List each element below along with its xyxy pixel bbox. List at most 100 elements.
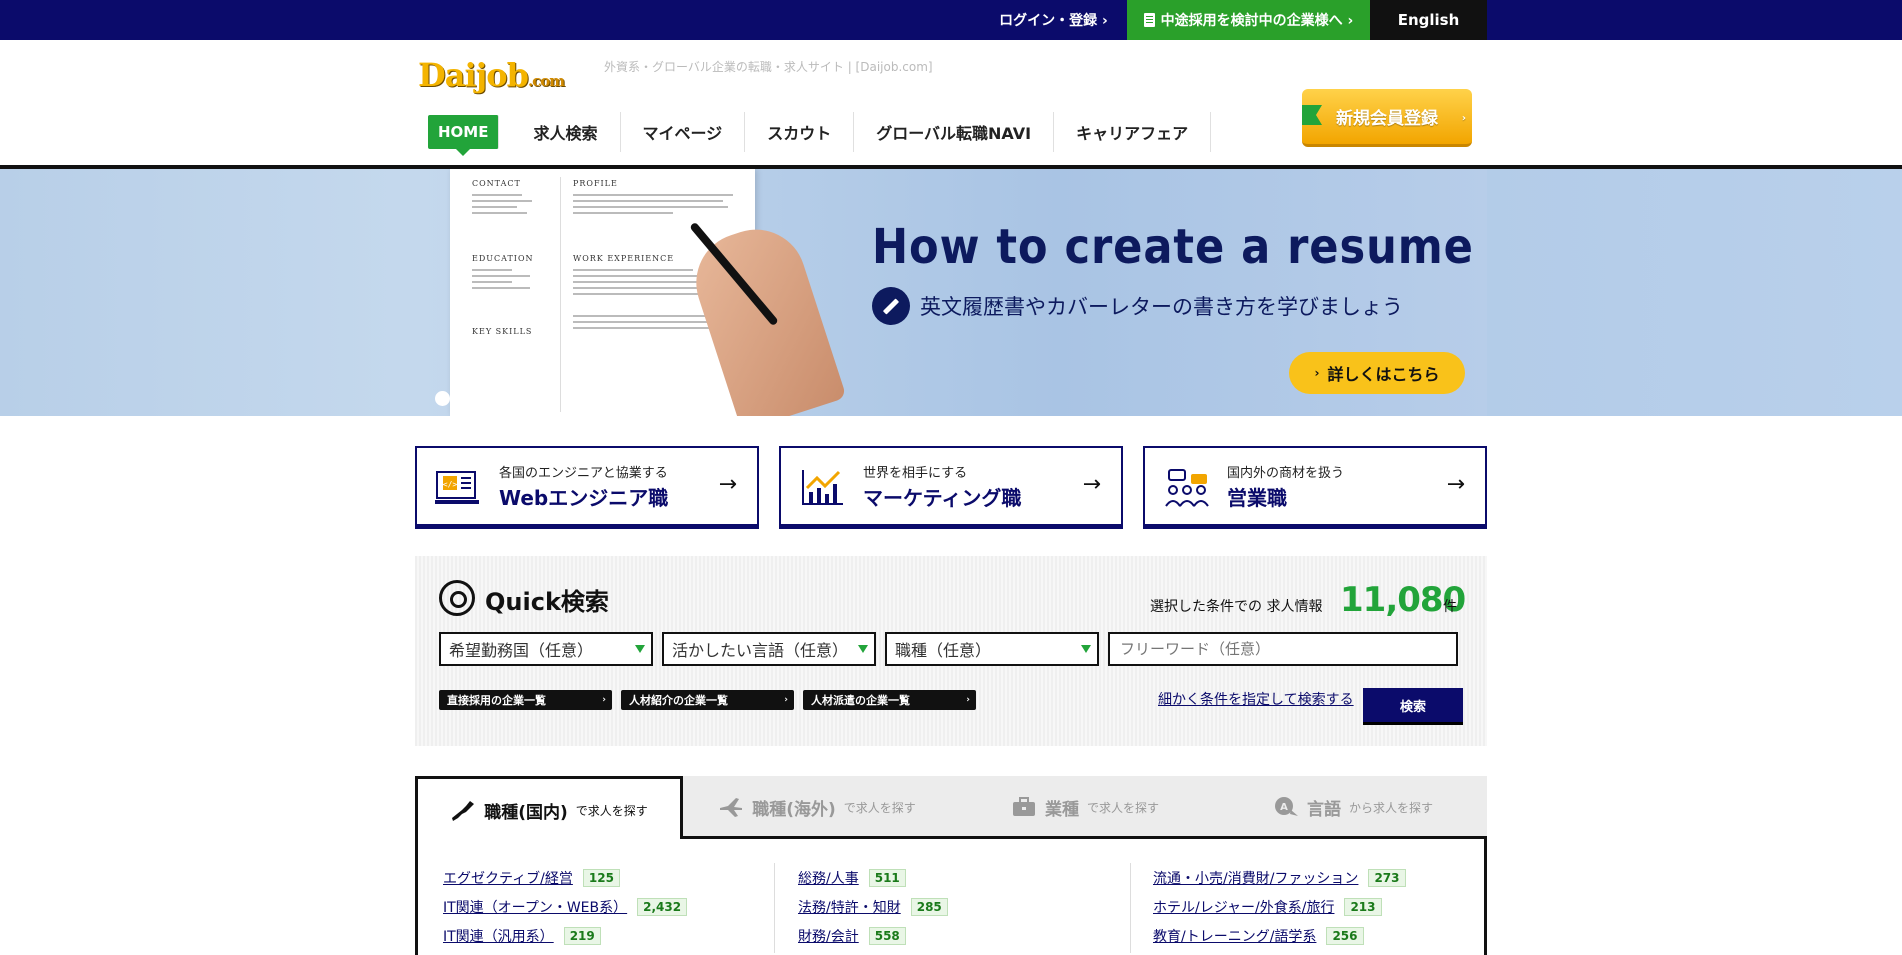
job-count-badge: 273: [1368, 868, 1406, 887]
card-sales-caption: 国内外の商材を扱う: [1227, 466, 1345, 481]
job-column-3: 流通・小売/消費財/ファッション 273 ホテル/レジャー/外食系/旅行 213 教…: [1153, 863, 1406, 950]
logo-tld: .com: [527, 72, 565, 90]
card-marketing[interactable]: 世界を相手にする マーケティング職 →: [779, 446, 1123, 526]
english-link[interactable]: English: [1370, 0, 1487, 40]
job-type-select[interactable]: 職種（任意）: [885, 632, 1099, 666]
login-register-link[interactable]: ログイン・登録 ›: [980, 0, 1127, 40]
job-count-badge: 256: [1326, 926, 1364, 945]
job-category-link[interactable]: 法務/特許・知財: [798, 897, 901, 917]
job-count-badge: 511: [868, 868, 906, 887]
resume-left-column: CONTACT EDUCATION KEY SKILLS: [472, 179, 542, 342]
tab-overseas-label: 職種(海外): [752, 799, 836, 820]
nav-global-navi[interactable]: グローバル転職NAVI: [854, 112, 1055, 152]
resume-line: [472, 212, 527, 214]
document-icon: [1143, 13, 1155, 27]
hero-title: How to create a resume: [872, 219, 1474, 275]
list-item: 法務/特許・知財 285: [798, 892, 948, 921]
card-sales-title: 営業職: [1227, 486, 1287, 510]
tab-language[interactable]: A 言語 から求人を探す: [1219, 776, 1487, 838]
svg-text:</>: </>: [443, 480, 458, 489]
agency-companies-link[interactable]: 人材紹介の企業一覧 ›: [621, 690, 794, 710]
job-count-badge: 558: [868, 926, 906, 945]
chevron-right-icon: ›: [966, 695, 970, 705]
employer-link-label: 中途採用を検討中の企業様へ ›: [1160, 13, 1354, 29]
language-chat-icon: A: [1274, 797, 1298, 816]
resume-line: [573, 200, 723, 202]
card-web-engineer-caption: 各国のエンジニアと協業する: [499, 466, 668, 481]
hero-details-button[interactable]: › 詳しくはこちら: [1289, 352, 1465, 394]
job-count-badge: 2,432: [637, 897, 688, 916]
briefcase-icon: [1012, 797, 1035, 816]
direct-hire-companies-link[interactable]: 直接採用の企業一覧 ›: [439, 690, 612, 710]
job-category-link[interactable]: ホテル/レジャー/外食系/旅行: [1153, 897, 1334, 917]
detailed-search-link[interactable]: 細かく条件を指定して検索する: [1158, 689, 1354, 709]
sales-people-icon: [1165, 469, 1209, 507]
chevron-right-icon: ›: [602, 695, 606, 705]
list-item: エグゼクティブ/経営 125: [443, 863, 687, 892]
list-item: IT関連（オープン・WEB系） 2,432: [443, 892, 688, 921]
job-category-link[interactable]: 財務/会計: [798, 926, 859, 946]
job-count-badge: 219: [563, 926, 601, 945]
job-category-link[interactable]: IT関連（汎用系）: [443, 926, 554, 946]
freeword-input[interactable]: [1108, 632, 1458, 666]
svg-text:A: A: [1280, 802, 1288, 813]
search-button[interactable]: 検索: [1363, 688, 1463, 722]
nav-home[interactable]: HOME: [428, 115, 500, 156]
pencil-icon: [872, 287, 910, 325]
nav-job-search[interactable]: 求人検索: [511, 112, 621, 152]
list-item: 流通・小売/消費財/ファッション 273: [1153, 863, 1406, 892]
tab-domestic-job-type[interactable]: 職種(国内) で求人を探す: [415, 776, 683, 842]
job-type-select-value: 職種（任意）: [895, 641, 992, 660]
carousel-dot[interactable]: [519, 391, 534, 406]
job-category-link[interactable]: 教育/トレーニング/語学系: [1153, 926, 1316, 946]
resume-divider: [560, 177, 561, 412]
job-category-link[interactable]: 流通・小売/消費財/ファッション: [1153, 868, 1358, 888]
job-category-link[interactable]: IT関連（オープン・WEB系）: [443, 897, 627, 917]
carousel-dot[interactable]: [491, 391, 506, 406]
dropdown-arrow-icon: [1081, 645, 1091, 653]
search-icon: [439, 580, 475, 616]
card-marketing-caption: 世界を相手にする: [863, 466, 968, 481]
job-count-badge: 285: [910, 897, 948, 916]
card-web-engineer-title: Webエンジニア職: [499, 486, 669, 510]
carousel-dot[interactable]: [463, 391, 478, 406]
tab-overseas-suffix: で求人を探す: [843, 800, 916, 815]
chevron-right-icon: ›: [784, 695, 788, 705]
nav-scout[interactable]: スカウト: [745, 112, 855, 152]
top-bar: ログイン・登録 › 中途採用を検討中の企業様へ › English: [0, 0, 1902, 40]
country-select[interactable]: 希望勤務国（任意）: [439, 632, 653, 666]
marketing-chart-icon: [802, 470, 843, 505]
dispatch-companies-label: 人材派遣の企業一覧: [811, 694, 910, 707]
tab-domestic-label: 職種(国内): [484, 803, 568, 823]
chevron-right-icon: ›: [1461, 113, 1466, 124]
dispatch-companies-link[interactable]: 人材派遣の企業一覧 ›: [803, 690, 976, 710]
country-select-value: 希望勤務国（任意）: [449, 641, 594, 660]
resume-line: [573, 293, 713, 295]
hero-banner[interactable]: CONTACT EDUCATION KEY SKILLS PROFILE WOR…: [0, 169, 1902, 416]
job-category-link[interactable]: エグゼクティブ/経営: [443, 868, 573, 888]
list-item: ホテル/レジャー/外食系/旅行 213: [1153, 892, 1406, 921]
dropdown-arrow-icon: [858, 645, 868, 653]
carousel-dot[interactable]: [435, 391, 450, 406]
register-button[interactable]: 新規会員登録 ›: [1302, 89, 1472, 147]
resume-line: [472, 206, 517, 208]
tab-industry[interactable]: 業種 で求人を探す: [951, 776, 1219, 838]
resume-line: [573, 321, 728, 323]
tab-domestic-suffix: で求人を探す: [575, 804, 648, 818]
agency-companies-label: 人材紹介の企業一覧: [629, 694, 728, 707]
nav-career-fair[interactable]: キャリアフェア: [1054, 112, 1212, 152]
resume-line: [573, 194, 733, 196]
tab-overseas-job-type[interactable]: 職種(海外) で求人を探す: [683, 776, 951, 838]
list-item: IT関連（汎用系） 219: [443, 921, 687, 950]
result-count-label: 選択した条件での 求人情報: [1150, 599, 1323, 615]
language-select[interactable]: 活かしたい言語（任意）: [662, 632, 876, 666]
nav-mypage[interactable]: マイページ: [621, 112, 746, 152]
card-sales[interactable]: 国内外の商材を扱う 営業職 →: [1143, 446, 1487, 526]
site-logo[interactable]: Daijob.com: [418, 56, 565, 94]
logo-main: Daijob: [418, 56, 529, 94]
card-web-engineer[interactable]: </> 各国のエンジニアと協業する Webエンジニア職 →: [415, 446, 759, 526]
job-category-link[interactable]: 総務/人事: [798, 868, 859, 888]
tab-industry-label: 業種: [1044, 799, 1079, 820]
employer-link[interactable]: 中途採用を検討中の企業様へ ›: [1127, 0, 1370, 40]
carousel-dots: [435, 391, 534, 406]
